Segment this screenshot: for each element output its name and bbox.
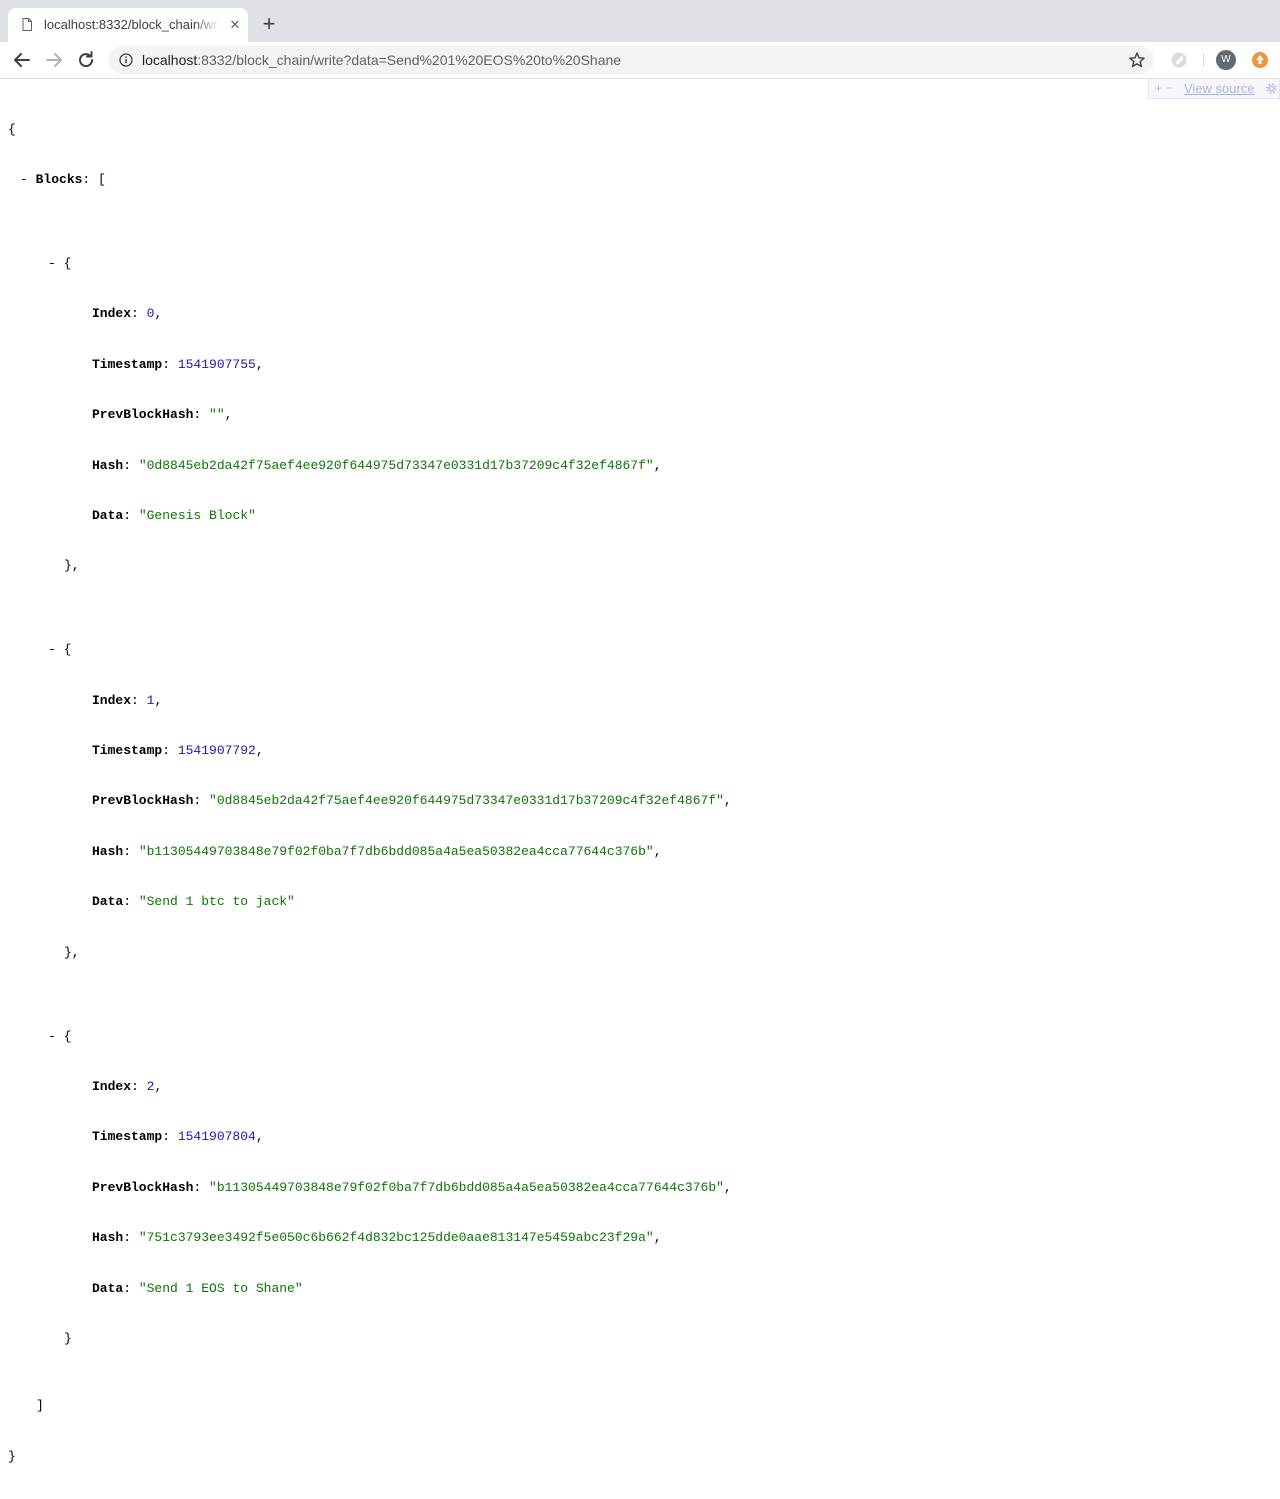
block-field: Timestamp: 1541907755,	[92, 356, 264, 372]
close-tab-icon[interactable]: ✕	[228, 18, 242, 32]
block-field: Hash: "0d8845eb2da42f75aef4ee920f644975d…	[92, 457, 662, 473]
collapse-toggle[interactable]: -	[20, 172, 36, 187]
json-key: Timestamp	[92, 356, 163, 372]
json-number: 1541907755	[177, 356, 256, 372]
json-viewer: + − View source { - Blocks: [ - { Index:…	[0, 79, 1280, 1464]
gear-icon[interactable]	[1265, 82, 1278, 95]
json-string: "Send 1 EOS to Shane"	[138, 1280, 303, 1296]
block-close: }	[64, 1330, 72, 1346]
json-number: 2	[146, 1079, 155, 1095]
toolbar-divider	[1203, 53, 1204, 67]
json-key: Data	[92, 894, 124, 910]
json-key: Data	[92, 1280, 124, 1296]
json-key: PrevBlockHash	[92, 1179, 194, 1195]
json-string: "751c3793ee3492f5e050c6b662f4d832bc125dd…	[138, 1230, 654, 1246]
block-open: - {	[48, 1028, 72, 1044]
collapse-toggle[interactable]: -	[48, 642, 64, 657]
json-string: "0d8845eb2da42f75aef4ee920f644975d73347e…	[138, 457, 654, 473]
json-string: "b11305449703848e79f02f0ba7f7db6bdd085a4…	[209, 1179, 724, 1195]
block-field: Hash: "751c3793ee3492f5e050c6b662f4d832b…	[92, 1230, 662, 1246]
json-key: PrevBlockHash	[92, 407, 194, 423]
url-host: localhost	[142, 52, 198, 68]
tab-title: localhost:8332/block_chain/write?data=Se…	[44, 17, 220, 32]
json-key: Hash	[92, 1230, 124, 1246]
json-key: Hash	[92, 843, 124, 859]
json-tree: { - Blocks: [ - { Index: 0, Timestamp: 1…	[8, 88, 732, 1499]
new-tab-button[interactable]: +	[258, 13, 280, 36]
json-number: 1541907792	[177, 743, 256, 759]
json-key: Timestamp	[92, 743, 163, 759]
json-key: Blocks	[35, 171, 83, 187]
reload-icon[interactable]	[74, 48, 98, 72]
view-source-link[interactable]: View source	[1184, 81, 1255, 96]
block-field: PrevBlockHash: "0d8845eb2da42f75aef4ee92…	[92, 793, 732, 809]
json-key: Timestamp	[92, 1129, 163, 1145]
json-key: Index	[92, 306, 132, 322]
blocks-key-line: - Blocks: [	[20, 171, 106, 187]
json-open-brace: {	[8, 121, 16, 137]
json-viewer-toolbar: + − View source	[1148, 79, 1280, 99]
block-field: PrevBlockHash: "b11305449703848e79f02f0b…	[92, 1179, 732, 1195]
json-string: "Genesis Block"	[138, 507, 256, 523]
block-field: Timestamp: 1541907804,	[92, 1129, 264, 1145]
json-string: "Send 1 btc to jack"	[138, 894, 295, 910]
block-field: Data: "Send 1 btc to jack"	[92, 894, 295, 910]
json-number: 1541907804	[177, 1129, 256, 1145]
info-icon[interactable]	[119, 53, 133, 67]
block-field: Index: 2,	[92, 1079, 163, 1095]
back-icon[interactable]	[10, 48, 34, 72]
browser-tab[interactable]: localhost:8332/block_chain/write?data=Se…	[8, 8, 248, 42]
json-key: PrevBlockHash	[92, 793, 194, 809]
block-open: - {	[48, 642, 72, 658]
profile-avatar[interactable]: W	[1216, 50, 1236, 70]
json-number: 1	[146, 692, 155, 708]
collapse-toggle[interactable]: -	[48, 256, 64, 271]
json-string: "0d8845eb2da42f75aef4ee920f644975d73347e…	[209, 793, 724, 809]
browser-toolbar: localhost:8332/block_chain/write?data=Se…	[0, 42, 1280, 79]
collapse-toggle[interactable]: -	[48, 1029, 64, 1044]
json-key: Index	[92, 692, 132, 708]
json-close-brace: }	[8, 1448, 16, 1464]
block-field: Timestamp: 1541907792,	[92, 743, 264, 759]
json-key: Data	[92, 507, 124, 523]
block-field: Data: "Send 1 EOS to Shane"	[92, 1280, 303, 1296]
json-key: Index	[92, 1079, 132, 1095]
extension-icon[interactable]	[1170, 51, 1188, 69]
tab-strip: localhost:8332/block_chain/write?data=Se…	[0, 0, 1280, 42]
url-text[interactable]: localhost:8332/block_chain/write?data=Se…	[142, 52, 621, 68]
block-field: PrevBlockHash: "",	[92, 407, 233, 423]
block-open: - {	[48, 255, 72, 271]
block-field: Data: "Genesis Block"	[92, 507, 256, 523]
forward-icon[interactable]	[42, 48, 66, 72]
url-path: :8332/block_chain/write?data=Send%201%20…	[197, 52, 622, 68]
block-field: Index: 0,	[92, 306, 163, 322]
json-key: Hash	[92, 457, 124, 473]
orange-extension-icon[interactable]	[1251, 51, 1269, 69]
address-bar[interactable]: localhost:8332/block_chain/write?data=Se…	[108, 46, 1154, 74]
expand-collapse-all[interactable]: + −	[1155, 81, 1172, 95]
json-string: ""	[209, 407, 225, 423]
json-string: "b11305449703848e79f02f0ba7f7db6bdd085a4…	[138, 843, 654, 859]
json-number: 0	[146, 306, 155, 322]
blocks-array-close: ]	[36, 1398, 44, 1414]
block-field: Hash: "b11305449703848e79f02f0ba7f7db6bd…	[92, 843, 662, 859]
page-icon	[22, 18, 32, 31]
block-field: Index: 1,	[92, 692, 163, 708]
bookmark-star-icon[interactable]	[1128, 51, 1146, 69]
block-close: },	[64, 558, 80, 574]
block-close: },	[64, 944, 80, 960]
